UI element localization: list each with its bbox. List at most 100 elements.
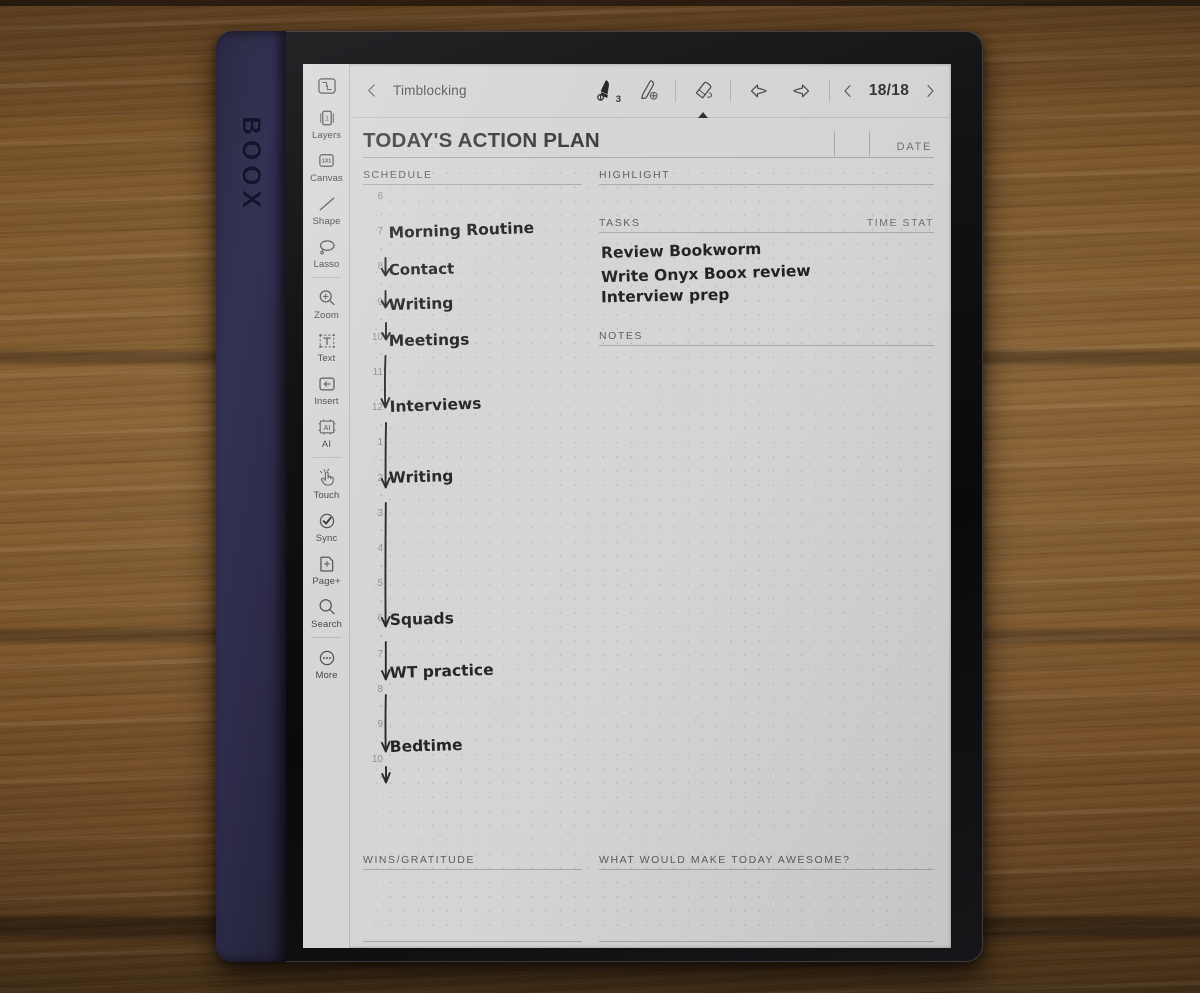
highlight-section[interactable]: HIGHLIGHT [599, 169, 934, 211]
search-icon [314, 594, 339, 619]
sidebar-item-page-add[interactable]: Page+ [303, 547, 350, 590]
line-shape-icon [314, 191, 339, 216]
wins-section[interactable]: WINS/GRATITUDE [363, 854, 582, 942]
sidebar-item-touch[interactable]: Touch [303, 461, 350, 504]
sidebar-item-more[interactable]: More [303, 641, 350, 684]
tasks-section[interactable]: TASKS TIME STAT Review Bookworm Write Ony… [599, 217, 934, 316]
next-page-button[interactable] [921, 82, 939, 100]
sidebar-item-label: Text [317, 353, 336, 364]
page-navigator: 18/18 [835, 82, 943, 100]
sidebar-item-label: Sync [315, 533, 338, 544]
schedule-entry: Bedtime [389, 736, 463, 757]
handwritten-flow-arrows [380, 257, 391, 784]
highlight-label: HIGHLIGHT [599, 169, 671, 181]
sidebar-item-sync[interactable]: Sync [303, 504, 350, 547]
tasks-label: TASKS [599, 217, 641, 229]
title-divider-2 [869, 131, 870, 156]
sidebar-item-label: AI [321, 439, 332, 450]
highlighter-tool-button[interactable] [626, 71, 670, 111]
awesome-label: WHAT WOULD MAKE TODAY AWESOME? [599, 854, 934, 870]
svg-text:AI: AI [323, 422, 330, 431]
planner-page[interactable]: TODAY'S ACTION PLAN DATE SCHEDULE 6-7-8-… [350, 118, 951, 948]
redo-button[interactable] [780, 71, 824, 111]
sidebar-item-ai[interactable]: AI AI [303, 410, 350, 453]
notes-section-header: NOTES [599, 330, 934, 346]
page-indicator: 18/18 [868, 81, 910, 99]
boox-logo: BOOX [236, 116, 267, 213]
tool-sidebar[interactable]: 1 Layers 1X1 Canvas Shape Lasso Zoom Tex… [303, 64, 350, 948]
eink-screen: 1 Layers 1X1 Canvas Shape Lasso Zoom Tex… [303, 64, 951, 948]
toolbar-divider [829, 79, 830, 102]
sidebar-item-zoom[interactable]: Zoom [303, 281, 350, 324]
sidebar-item-insert[interactable]: Insert [303, 367, 350, 410]
title-divider-1 [834, 131, 835, 156]
sidebar-item-label: Zoom [314, 310, 339, 321]
sidebar-item-collapse[interactable] [303, 69, 350, 101]
sidebar-item-shape[interactable]: Shape [303, 187, 350, 230]
more-dots-icon [314, 645, 339, 670]
right-column: HIGHLIGHT TASKS TIME STAT Review Bookwor… [599, 169, 934, 784]
sidebar-item-label: Layers [311, 130, 342, 141]
schedule-entry: WT practice [389, 660, 494, 683]
ai-icon: AI [314, 414, 339, 439]
photo-scene: BOOX 1 Layers 1X1 Canvas Shape Lasso Zoo… [0, 0, 1200, 993]
pen-tool-button[interactable]: 3 [582, 71, 626, 111]
sidebar-item-label: Touch [313, 490, 340, 501]
sidebar-item-layers[interactable]: 1 Layers [303, 101, 350, 144]
schedule-entry: Contact [388, 259, 455, 280]
sidebar-divider [311, 457, 341, 458]
planner-title-row: TODAY'S ACTION PLAN DATE [363, 118, 934, 158]
schedule-entry: Writing [388, 466, 454, 487]
lasso-icon [314, 234, 339, 259]
wins-writing-area[interactable] [363, 870, 582, 942]
sidebar-item-label: Search [311, 619, 342, 630]
insert-icon [314, 371, 339, 396]
notes-writing-area[interactable] [599, 346, 934, 750]
svg-text:1X1: 1X1 [322, 159, 332, 165]
notes-section[interactable]: NOTES [599, 330, 934, 750]
text-box-icon [314, 328, 339, 353]
task-entry: Interview prep [600, 285, 730, 307]
schedule-column: SCHEDULE 6-7-8-9-10-11-12-1-2-3-4-5-6-7-… [363, 169, 582, 784]
sidebar-item-label: Canvas [310, 173, 343, 184]
canvas-1x1-icon: 1X1 [314, 148, 339, 173]
sidebar-item-lasso[interactable]: Lasso [303, 230, 350, 273]
schedule-section-header: SCHEDULE [363, 169, 582, 185]
sidebar-item-text[interactable]: Text [303, 324, 350, 367]
tasks-section-header: TASKS TIME STAT [599, 217, 934, 233]
task-entry: Review Bookworm [600, 240, 762, 262]
page-title: TODAY'S ACTION PLAN [363, 129, 600, 152]
sync-check-icon [314, 508, 339, 533]
planner-columns: SCHEDULE 6-7-8-9-10-11-12-1-2-3-4-5-6-7-… [363, 169, 934, 784]
sidebar-item-label: Page+ [312, 576, 341, 587]
svg-text:1: 1 [325, 115, 329, 122]
previous-page-button[interactable] [839, 82, 857, 100]
sidebar-item-label: Shape [312, 216, 341, 227]
awesome-writing-area[interactable] [599, 870, 934, 942]
sidebar-item-canvas[interactable]: 1X1 Canvas [303, 144, 350, 187]
sidebar-item-search[interactable]: Search [303, 590, 350, 633]
awesome-section[interactable]: WHAT WOULD MAKE TODAY AWESOME? [599, 854, 934, 942]
eraser-active-caret [698, 111, 708, 118]
wins-label: WINS/GRATITUDE [363, 854, 582, 870]
toolbar-tool-group: 3 18/18 [582, 71, 951, 118]
sidebar-item-label: Insert [314, 396, 339, 407]
schedule-grid[interactable]: 6-7-8-9-10-11-12-1-2-3-4-5-6-7-8-9-10- M… [363, 190, 582, 784]
undo-button[interactable] [736, 71, 780, 111]
date-label: DATE [896, 141, 932, 153]
layers-icon: 1 [314, 105, 339, 130]
sidebar-item-label: More [315, 670, 338, 681]
toolbar-divider [675, 79, 676, 102]
document-title[interactable]: Timblocking [393, 83, 467, 98]
pen-thickness-badge: 3 [615, 93, 621, 105]
sidebar-divider [311, 277, 341, 278]
zoom-in-icon [314, 285, 339, 310]
handwriting-layer: Morning Routine Contact Writing Meetings Int… [363, 190, 582, 784]
planner-bottom-row: WINS/GRATITUDE WHAT WOULD MAKE TODAY AWE… [363, 854, 934, 942]
time-stat-label: TIME STAT [866, 217, 934, 229]
eraser-tool-button[interactable] [681, 71, 725, 118]
schedule-entry: Writing [388, 294, 454, 315]
boox-eink-tablet: BOOX 1 Layers 1X1 Canvas Shape Lasso Zoo… [216, 31, 983, 962]
notes-label: NOTES [599, 330, 643, 342]
back-button[interactable] [363, 80, 381, 102]
